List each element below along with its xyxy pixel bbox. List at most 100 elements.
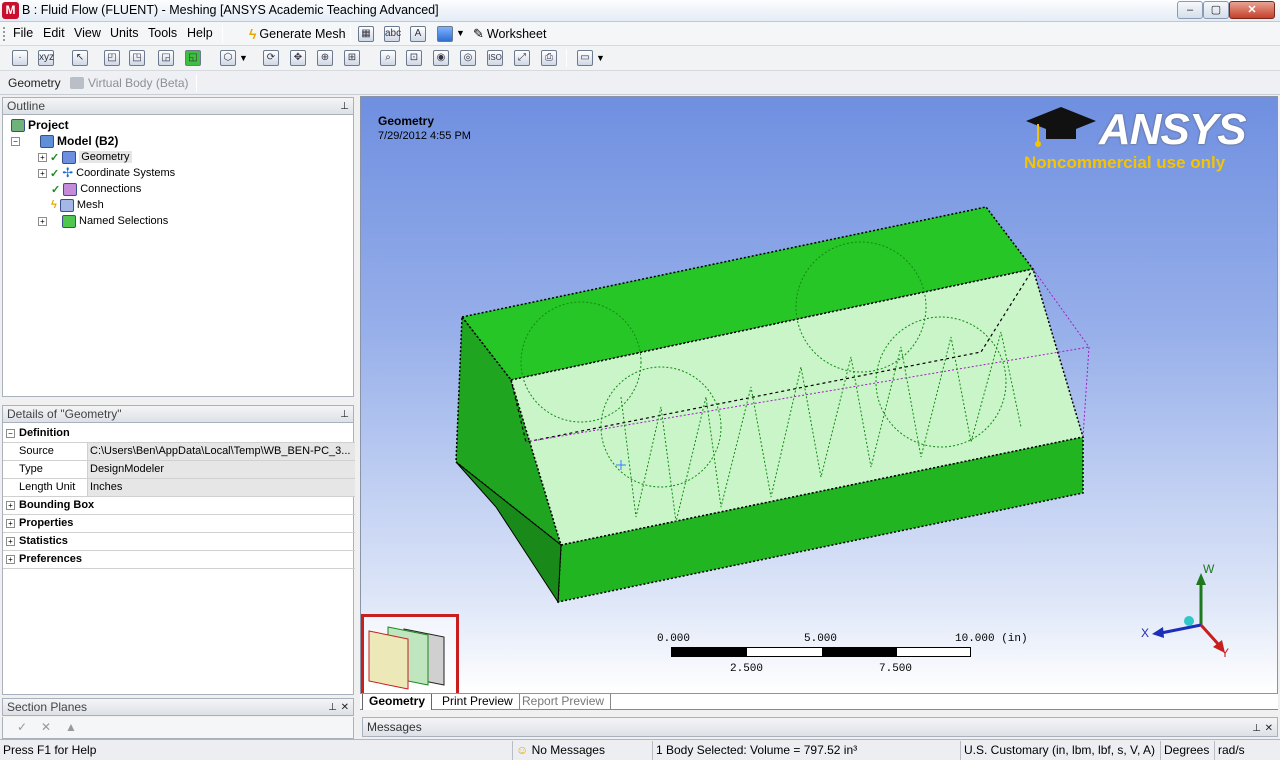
select-pointer-icon[interactable]: ↖ <box>72 50 88 66</box>
menu-edit[interactable]: Edit <box>43 26 65 40</box>
coordinate-triad[interactable] <box>1152 573 1225 653</box>
pin-icon[interactable]: ⊥ <box>340 407 349 423</box>
virtual-body-icon <box>70 77 84 89</box>
worksheet-button[interactable]: ✎ Worksheet <box>473 25 546 43</box>
row-label: Source <box>19 445 54 457</box>
scale-label: 0.000 <box>657 633 691 645</box>
context-geometry-label[interactable]: Geometry <box>8 76 61 90</box>
close-button[interactable]: ✕ <box>1229 1 1275 19</box>
check-icon: ✓ <box>50 167 60 180</box>
extend-selection-icon[interactable]: ⬡ <box>220 50 236 66</box>
expand-icon[interactable]: + <box>38 168 47 178</box>
tree-item-coordinate-systems[interactable]: + ✓ ✢ Coordinate Systems <box>38 165 175 181</box>
details-row-type[interactable]: Type DesignModeler <box>3 461 355 479</box>
wireframe-icon[interactable]: xyz <box>38 50 54 66</box>
generate-mesh-button[interactable]: ϟ Generate Mesh <box>249 25 346 43</box>
status-angle[interactable]: Degrees <box>1160 741 1214 760</box>
expand-icon[interactable]: + <box>38 152 47 162</box>
section-thumbnail[interactable] <box>361 614 459 693</box>
details-group-definition[interactable]: − Definition <box>3 425 355 443</box>
row-value[interactable]: Inches <box>87 479 355 496</box>
details-group-bounding-box[interactable]: + Bounding Box <box>3 497 355 515</box>
select-face-icon[interactable]: ◲ <box>158 50 174 66</box>
collapse-icon[interactable]: − <box>6 429 15 438</box>
minimize-button[interactable]: – <box>1177 1 1203 19</box>
menu-view[interactable]: View <box>74 26 101 40</box>
set-view-icon[interactable]: ⤢ <box>514 50 530 66</box>
status-rate[interactable]: rad/s <box>1214 741 1280 760</box>
check-icon: ✓ <box>50 151 60 164</box>
expand-icon[interactable]: + <box>6 555 15 564</box>
viewport-title: Geometry <box>378 114 435 128</box>
expand-icon[interactable]: + <box>38 216 47 226</box>
select-vertex-icon[interactable]: ◰ <box>104 50 120 66</box>
print-icon[interactable]: ⎙ <box>541 50 557 66</box>
menu-help[interactable]: Help <box>187 26 213 40</box>
details-group-preferences[interactable]: + Preferences <box>3 551 355 569</box>
details-row-source[interactable]: Source C:\Users\Ben\AppData\Local\Temp\W… <box>3 443 355 461</box>
close-icon[interactable]: ✕ <box>1265 720 1273 738</box>
status-messages[interactable]: ☺ No Messages <box>512 741 652 760</box>
close-icon[interactable]: ✕ <box>341 700 349 716</box>
select-edge-icon[interactable]: ◳ <box>129 50 145 66</box>
chevron-down-icon[interactable]: ▼ <box>596 53 605 63</box>
details-row-length-unit[interactable]: Length Unit Inches <box>3 479 355 497</box>
scale-ruler: 0.000 5.000 10.000 (in) 2.500 7.500 <box>657 633 1028 683</box>
tab-geometry[interactable]: Geometry <box>362 694 433 710</box>
zoom-icon[interactable]: ⊕ <box>317 50 333 66</box>
tree-item-geometry[interactable]: + ✓ Geometry <box>38 149 132 165</box>
tab-report-preview[interactable]: Report Preview <box>516 694 612 710</box>
menu-file[interactable]: File <box>13 26 33 40</box>
image-icon[interactable] <box>437 26 453 42</box>
box-zoom-icon[interactable]: ⊞ <box>344 50 360 66</box>
tree-item-named-selections[interactable]: + Named Selections <box>38 213 168 229</box>
check-icon[interactable]: ✓ <box>17 720 27 734</box>
context-toolbar: Geometry Virtual Body (Beta) <box>0 71 1280 95</box>
expand-icon[interactable]: + <box>6 519 15 528</box>
maximize-button[interactable]: ▢ <box>1203 1 1229 19</box>
details-group-statistics[interactable]: + Statistics <box>3 533 355 551</box>
collapse-icon[interactable]: − <box>11 136 20 146</box>
row-value[interactable]: C:\Users\Ben\AppData\Local\Temp\WB_BEN-P… <box>87 443 355 460</box>
pin-icon[interactable]: ⊥ <box>328 700 337 716</box>
zoom-box-icon[interactable]: ⊡ <box>406 50 422 66</box>
tab-print-preview[interactable]: Print Preview <box>436 694 520 710</box>
delete-icon[interactable]: ✕ <box>41 720 51 734</box>
tree-item-project[interactable]: Project <box>11 117 69 133</box>
iso-view-icon[interactable]: ISO <box>487 50 503 66</box>
tree-item-connections[interactable]: ✓ Connections <box>51 181 141 197</box>
pan-icon[interactable]: ✥ <box>290 50 306 66</box>
chevron-down-icon[interactable]: ▼ <box>456 28 465 38</box>
row-value[interactable]: DesignModeler <box>87 461 355 478</box>
preview-surface-icon[interactable]: ▦ <box>358 26 374 42</box>
details-group-properties[interactable]: + Properties <box>3 515 355 533</box>
triangle-icon[interactable]: ▲ <box>65 720 77 734</box>
row-label: Type <box>19 463 43 475</box>
tree-item-mesh[interactable]: ϟ Mesh <box>51 197 104 213</box>
status-units[interactable]: U.S. Customary (in, lbm, lbf, s, V, A) <box>960 741 1160 760</box>
axes-icon: ✢ <box>62 165 74 180</box>
group-label: Bounding Box <box>19 499 95 511</box>
menu-tools[interactable]: Tools <box>148 26 177 40</box>
annotation-icon[interactable]: abc <box>384 26 401 42</box>
magnifier-icon[interactable]: ◉ <box>433 50 449 66</box>
graphics-viewport[interactable]: W X Y Geometry 7/29/2012 4:55 PM ANSYS N… <box>360 96 1278 694</box>
text-icon[interactable]: A <box>410 26 426 42</box>
tree-label: Named Selections <box>79 215 169 227</box>
expand-icon[interactable]: + <box>6 537 15 546</box>
virtual-body-button[interactable]: Virtual Body (Beta) <box>88 76 189 90</box>
show-vertices-icon[interactable]: · <box>12 50 28 66</box>
expand-icon[interactable]: + <box>6 501 15 510</box>
previous-view-icon[interactable]: ◎ <box>460 50 476 66</box>
viewport-layout-icon[interactable]: ▭ <box>577 50 593 66</box>
select-body-icon[interactable]: ◱ <box>185 50 201 66</box>
zoom-fit-icon[interactable]: ⌕ <box>380 50 396 66</box>
geometry-model[interactable]: W X Y <box>361 97 1278 694</box>
rotate-icon[interactable]: ⟳ <box>263 50 279 66</box>
tree-item-model[interactable]: − Model (B2) <box>11 133 118 149</box>
pin-icon[interactable]: ⊥ <box>1252 720 1261 738</box>
chevron-down-icon[interactable]: ▼ <box>239 53 248 63</box>
pin-icon[interactable]: ⊥ <box>340 99 349 115</box>
tree-label: Model (B2) <box>57 134 119 148</box>
menu-units[interactable]: Units <box>110 26 138 40</box>
